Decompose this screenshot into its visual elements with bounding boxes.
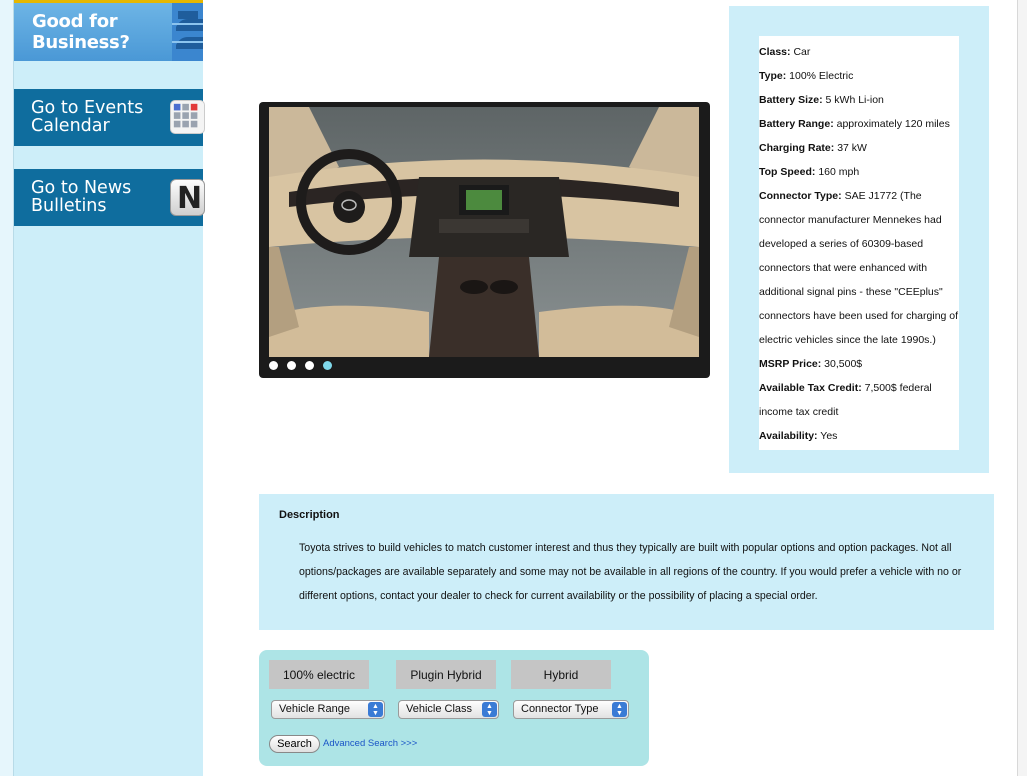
- vehicle-class-label: Vehicle Class: [406, 703, 473, 715]
- spec-row: Top Speed: 160 mph: [759, 160, 959, 184]
- carousel-dot-1[interactable]: [269, 361, 278, 370]
- image-carousel: [259, 102, 710, 378]
- car-interior-illustration: [269, 107, 699, 357]
- car-interior-photo: [269, 107, 699, 357]
- connector-type-select[interactable]: Connector Type ▲ ▼: [513, 700, 629, 719]
- good-for-business-banner[interactable]: Good for Business?: [14, 0, 203, 61]
- description-title: Description: [279, 509, 340, 521]
- description-panel: Description Toyota strives to build vehi…: [259, 494, 994, 630]
- spec-label: Connector Type:: [759, 190, 842, 202]
- events-line-2: Calendar: [31, 116, 110, 136]
- spec-value: Yes: [820, 430, 838, 442]
- spec-label: Top Speed:: [759, 166, 816, 178]
- type-hybrid-button[interactable]: Hybrid: [511, 660, 611, 689]
- news-icon-letter: N: [177, 181, 203, 216]
- spec-list: Class: Car Type: 100% Electric Battery Siz…: [759, 40, 959, 448]
- spec-row: Availability: Yes: [759, 424, 959, 448]
- spec-label: Charging Rate:: [759, 142, 835, 154]
- news-bulletins-button[interactable]: Go to News Bulletins N: [14, 169, 205, 226]
- news-line-2: Bulletins: [31, 196, 107, 216]
- specs-panel: Class: Car Type: 100% Electric Battery Siz…: [729, 6, 989, 473]
- spec-label: Available Tax Credit:: [759, 382, 862, 394]
- select-arrows-icon: ▲ ▼: [482, 702, 497, 717]
- vehicle-class-select[interactable]: Vehicle Class ▲ ▼: [398, 700, 499, 719]
- search-button[interactable]: Search: [269, 735, 320, 753]
- spec-row: Class: Car: [759, 40, 959, 64]
- spec-row: Charging Rate: 37 kW: [759, 136, 959, 160]
- news-line-1: Go to News: [31, 178, 132, 198]
- vehicle-range-select[interactable]: Vehicle Range ▲ ▼: [271, 700, 385, 719]
- vehicle-search-panel: 100% electric Plugin Hybrid Hybrid Vehic…: [259, 650, 649, 766]
- spec-value: 100% Electric: [789, 70, 854, 82]
- select-arrows-icon: ▲ ▼: [368, 702, 383, 717]
- news-icon: N: [170, 179, 205, 216]
- spec-label: MSRP Price:: [759, 358, 822, 370]
- car-icon: [172, 3, 203, 61]
- sidebar: Good for Business? Go to Events Calendar: [0, 0, 205, 776]
- spec-label: Class:: [759, 46, 791, 58]
- spec-row: Type: 100% Electric: [759, 64, 959, 88]
- business-banner-label: Good for Business?: [32, 11, 130, 53]
- vehicle-range-label: Vehicle Range: [279, 703, 350, 715]
- spec-value: 37 kW: [837, 142, 867, 154]
- select-arrows-icon: ▲ ▼: [612, 702, 627, 717]
- events-calendar-button[interactable]: Go to Events Calendar: [14, 89, 205, 146]
- spec-label: Availability:: [759, 430, 818, 442]
- carousel-dot-3[interactable]: [305, 361, 314, 370]
- spec-value: 160 mph: [818, 166, 860, 178]
- spec-value: Car: [793, 46, 811, 58]
- window-scrollbar[interactable]: [1017, 0, 1027, 776]
- business-line-1: Good for: [32, 11, 118, 32]
- spec-label: Battery Range:: [759, 118, 834, 130]
- events-line-1: Go to Events: [31, 98, 144, 118]
- spec-value: SAE J1772 (The connector manufacturer Me…: [759, 190, 959, 346]
- description-text: Toyota strives to build vehicles to matc…: [299, 542, 962, 602]
- spec-value: approximately 120 miles: [836, 118, 950, 130]
- spec-label: Type:: [759, 70, 787, 82]
- carousel-dot-4[interactable]: [323, 361, 332, 370]
- news-bulletins-label: Go to News Bulletins: [31, 179, 131, 215]
- spec-row: Battery Size: 5 kWh Li-ion: [759, 88, 959, 112]
- spec-row: Available Tax Credit: 7,500$ federal inc…: [759, 376, 959, 424]
- events-calendar-label: Go to Events Calendar: [31, 99, 143, 135]
- connector-type-label: Connector Type: [521, 703, 599, 715]
- sidebar-edge: [0, 0, 14, 776]
- carousel-dots: [269, 361, 332, 370]
- carousel-dot-2[interactable]: [287, 361, 296, 370]
- spec-value: 30,500$: [824, 358, 863, 370]
- spec-value: 5 kWh Li-ion: [825, 94, 884, 106]
- type-100-electric-button[interactable]: 100% electric: [269, 660, 369, 689]
- type-plugin-hybrid-button[interactable]: Plugin Hybrid: [396, 660, 496, 689]
- calendar-icon: [170, 100, 205, 134]
- spec-row: MSRP Price: 30,500$: [759, 352, 959, 376]
- advanced-search-link[interactable]: Advanced Search >>>: [323, 738, 417, 749]
- spec-row: Battery Range: approximately 120 miles: [759, 112, 959, 136]
- specs-card: Class: Car Type: 100% Electric Battery Siz…: [759, 36, 959, 450]
- spec-label: Battery Size:: [759, 94, 823, 106]
- business-line-2: Business?: [32, 32, 130, 53]
- spec-row: Connector Type: SAE J1772 (The connector…: [759, 184, 959, 352]
